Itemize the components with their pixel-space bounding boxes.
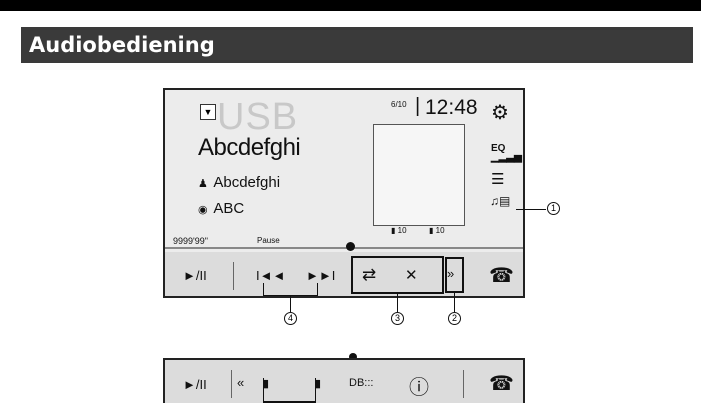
file-count: ▮ 10 xyxy=(429,226,445,235)
back-button[interactable]: « xyxy=(237,375,244,390)
file-icon: ▮ xyxy=(429,226,434,235)
top-border xyxy=(0,0,701,11)
disc-icon: ◉ xyxy=(198,204,208,216)
clock: 12:48 xyxy=(425,96,478,119)
highlight-more xyxy=(445,257,464,293)
section-heading: Audiobediening xyxy=(21,27,693,63)
eq-button[interactable]: EQ ▁▂▃▅ xyxy=(491,144,522,163)
callout-1: 1 xyxy=(547,202,560,215)
play-pause-button-2[interactable]: ►/II xyxy=(183,377,207,392)
divider xyxy=(463,370,464,398)
playback-status: Pause xyxy=(257,236,280,245)
next-track-button[interactable]: ►►I xyxy=(306,268,335,283)
control-bar: ►/II I◄◄ ►►I ⇄ ✕ » ☎ xyxy=(165,252,523,296)
previous-track-button[interactable]: I◄◄ xyxy=(256,268,285,283)
callout-line-4a xyxy=(263,283,264,295)
folder-count: ▮ 10 xyxy=(391,226,407,235)
album-artwork xyxy=(373,124,465,226)
callout-line-4d xyxy=(290,295,291,312)
device-screen: ▼ USB Abcdefghi ♟ Abcdefghi ◉ ABC 9999'9… xyxy=(163,88,525,298)
album-row: ◉ ABC xyxy=(198,200,244,217)
artist-row: ♟ Abcdefghi xyxy=(198,174,280,191)
folder-icon: ▮ xyxy=(391,226,396,235)
gear-icon[interactable]: ⚙ xyxy=(491,100,509,125)
track-count: 6/10 xyxy=(391,100,407,109)
track-title: Abcdefghi xyxy=(198,134,301,161)
divider xyxy=(231,370,232,398)
list-icon[interactable]: ☰ xyxy=(491,170,504,188)
callout-line-2 xyxy=(454,293,455,312)
elapsed-time: 9999'99" xyxy=(173,236,208,246)
phone-icon[interactable]: ☎ xyxy=(489,371,514,396)
callout-4: 4 xyxy=(284,312,297,325)
callout-3: 3 xyxy=(391,312,404,325)
control-bar-2: ►/II « ▮ ▮ DB::: ⓘ ☎ xyxy=(163,358,525,403)
person-icon: ♟ xyxy=(198,178,208,190)
phone-icon[interactable]: ☎ xyxy=(489,263,514,288)
source-dropdown-button[interactable]: ▼ xyxy=(200,104,216,120)
album-name: ABC xyxy=(213,200,245,217)
progress-track[interactable] xyxy=(165,247,523,249)
music-artwork-icon[interactable]: ♫▤ xyxy=(490,194,510,208)
bracket-line-a xyxy=(263,378,264,403)
artist-name: Abcdefghi xyxy=(213,174,281,191)
callout-line-1 xyxy=(516,209,546,210)
callout-line-4b xyxy=(317,283,318,295)
eq-bars-icon: ▁▂▃▅ xyxy=(491,152,522,163)
callout-line-3 xyxy=(397,294,398,312)
progress-knob[interactable] xyxy=(346,242,355,251)
bracket-line-b xyxy=(315,378,316,403)
callout-2: 2 xyxy=(448,312,461,325)
info-icon[interactable]: ⓘ xyxy=(409,371,429,400)
db-button[interactable]: DB::: xyxy=(349,377,373,389)
highlight-repeat-shuffle xyxy=(351,256,444,294)
source-label: USB xyxy=(217,96,299,138)
clock-separator: | xyxy=(415,95,421,117)
play-pause-button[interactable]: ►/II xyxy=(183,268,207,283)
divider xyxy=(233,262,234,290)
